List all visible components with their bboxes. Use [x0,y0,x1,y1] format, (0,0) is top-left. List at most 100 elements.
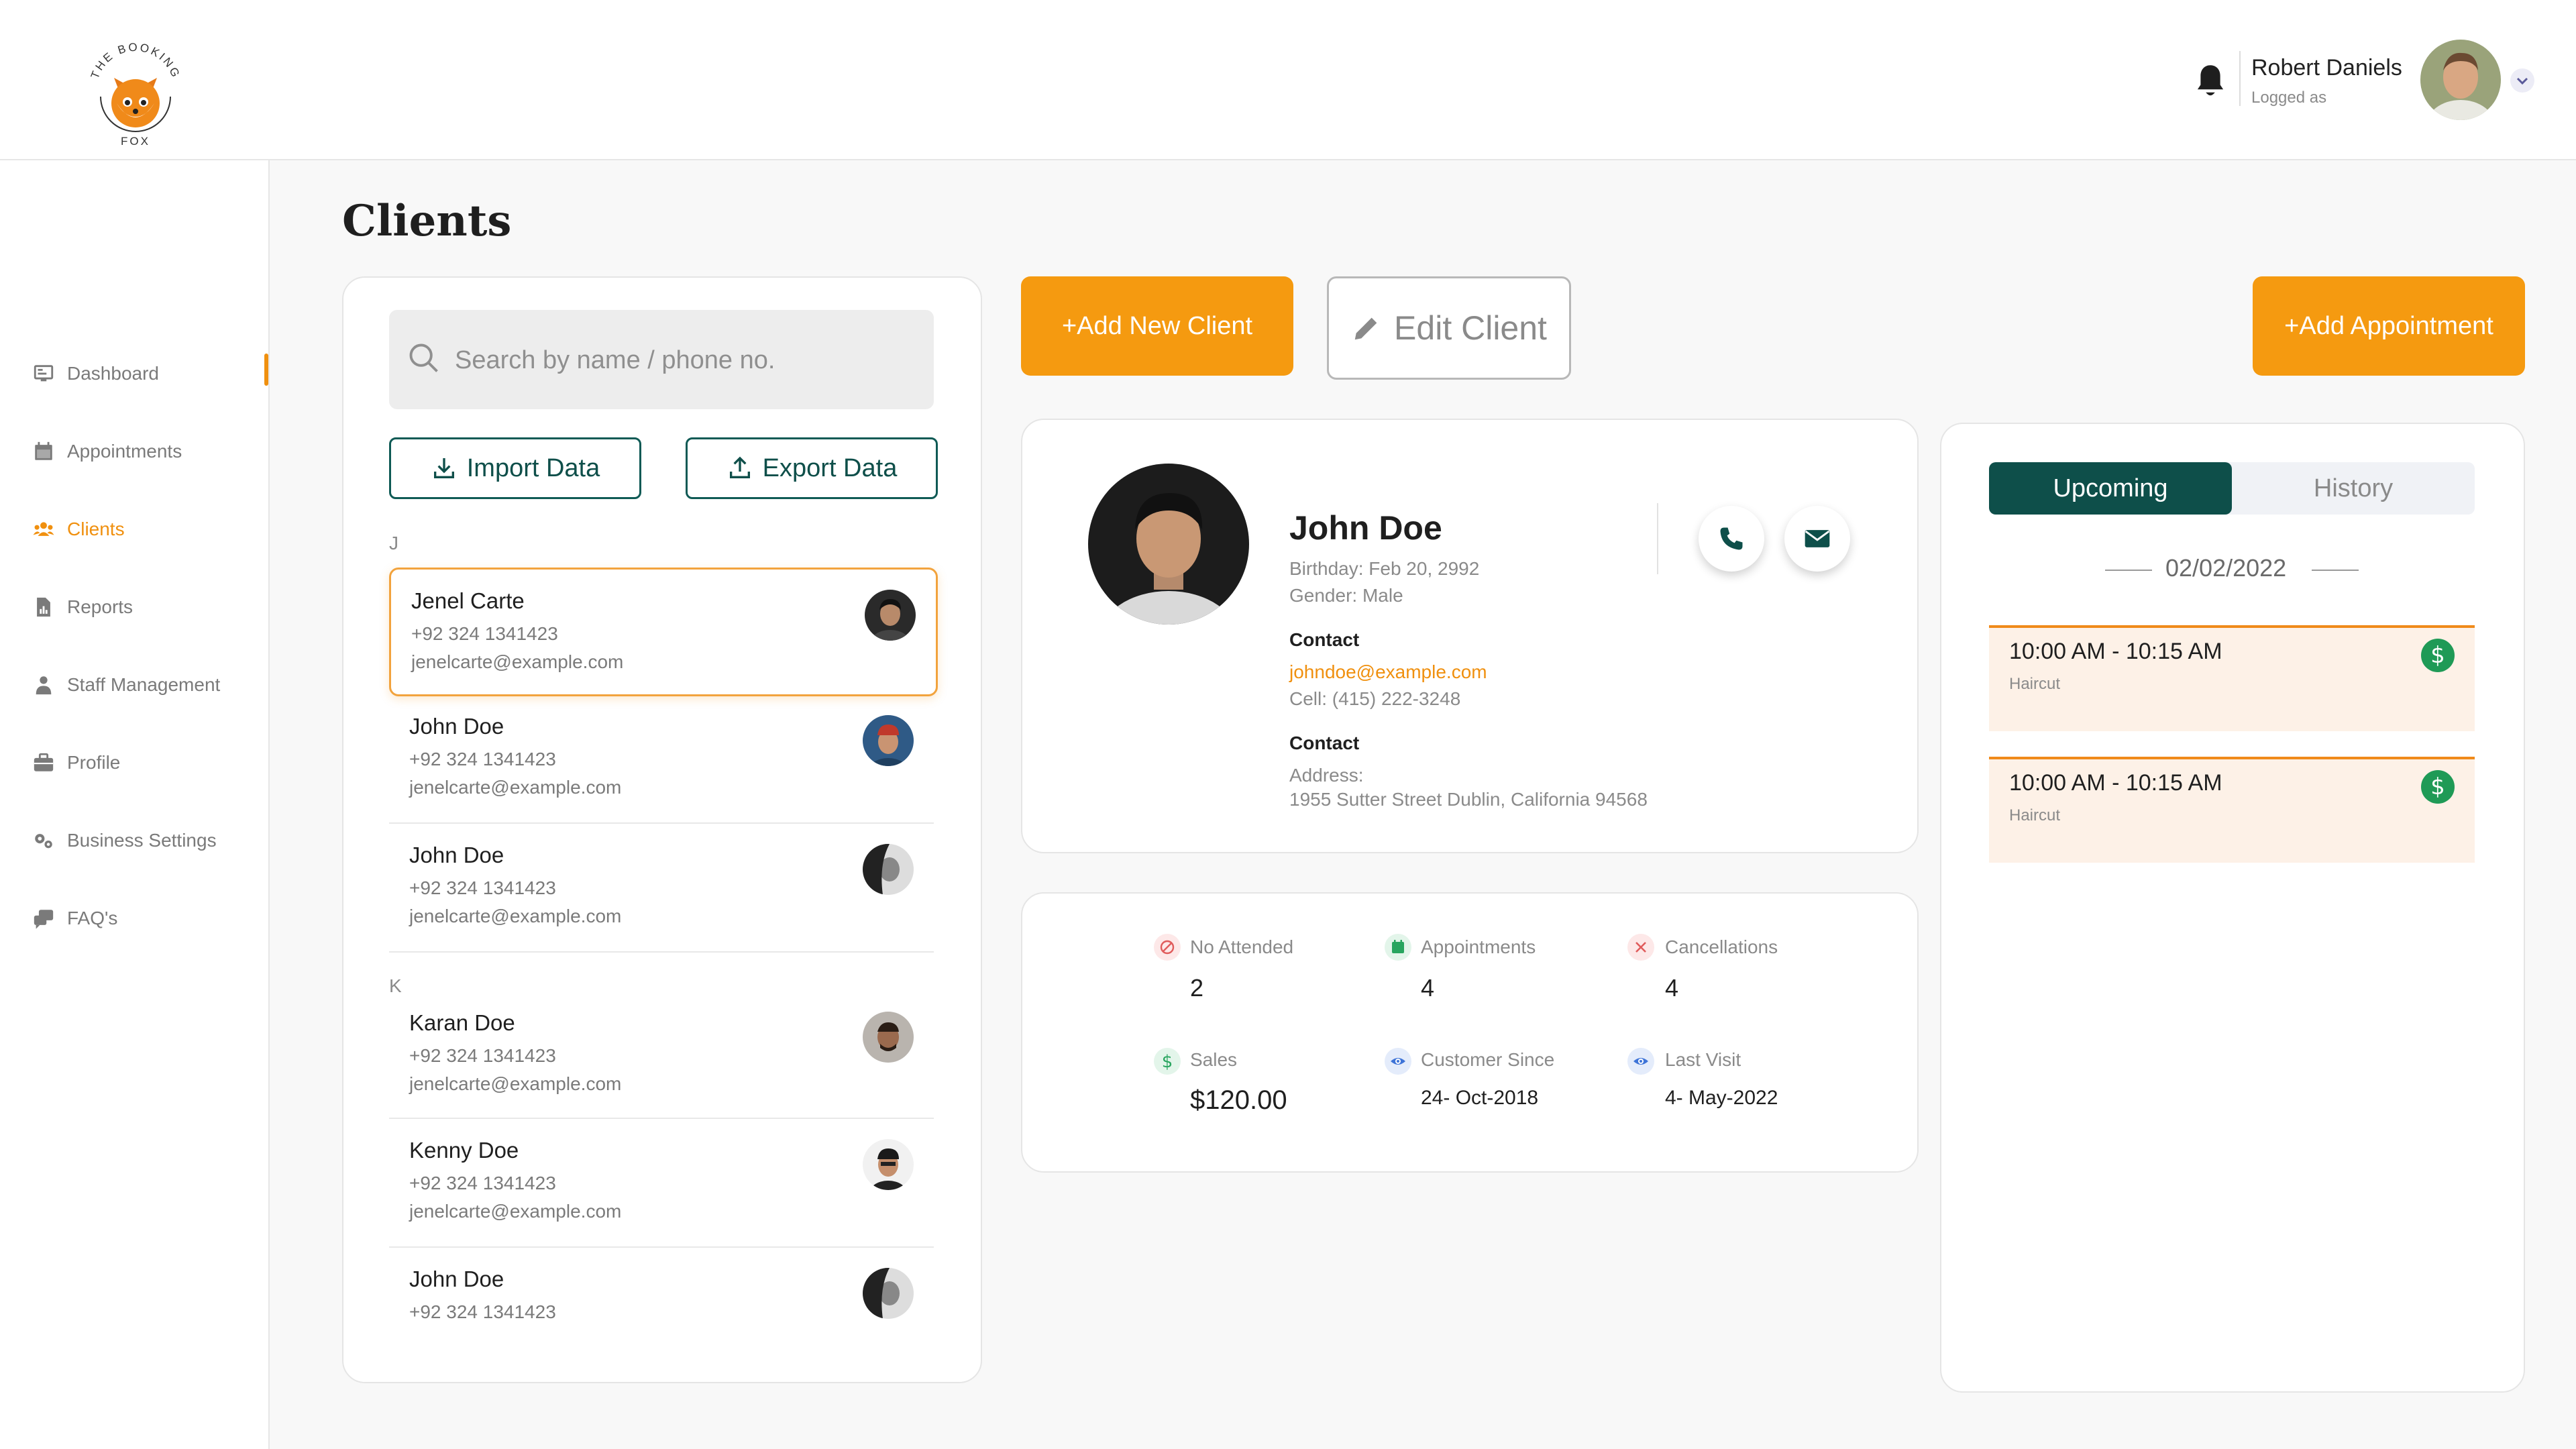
client-cell: Cell: (415) 222-3248 [1289,688,1461,709]
no-attended-icon [1154,934,1181,961]
client-email: jenelcarte@example.com [409,777,622,798]
user-menu-chevron-icon[interactable] [2510,68,2534,93]
notification-bell-icon[interactable] [2192,62,2229,102]
search-icon [407,341,441,376]
appointments-date: 02/02/2022 [2165,554,2287,582]
sidebar-item-label: Business Settings [67,830,217,851]
user-avatar[interactable] [2420,40,2501,120]
paid-dollar-icon: $ [2421,639,2455,672]
group-letter: J [389,533,398,553]
client-avatar [863,715,914,766]
tab-upcoming[interactable]: Upcoming [1989,462,2232,515]
client-gender: Gender: Male [1289,585,1403,606]
client-email-link[interactable]: johndoe@example.com [1289,661,1487,683]
edit-client-label: Edit Client [1394,309,1547,347]
search-input[interactable] [453,337,926,384]
client-phone: +92 324 1341423 [409,1173,556,1193]
customer-since-eye-icon [1385,1048,1411,1075]
client-photo [1088,464,1249,625]
users-icon [33,522,54,536]
pencil-icon [1354,317,1377,340]
calendar-icon [35,441,52,460]
client-name: Karan Doe [409,1010,515,1035]
client-list-item[interactable]: John Doe +92 324 1341423 jenelcarte@exam… [389,695,934,824]
person-icon [36,676,52,695]
call-button[interactable] [1699,506,1764,572]
profile-divider [1657,503,1658,574]
sidebar-item-faqs[interactable]: FAQ's [32,898,117,938]
upload-icon [729,456,750,478]
sidebar-item-label: FAQ's [67,908,118,928]
sales-dollar-icon: $ [1154,1048,1181,1075]
client-list-item[interactable]: Jenel Carte +92 324 1341423 jenelcarte@e… [389,568,938,696]
sidebar-item-label: Clients [67,519,125,539]
client-list-item[interactable]: John Doe +92 324 1341423 jenelcarte@exam… [389,824,934,953]
report-icon [37,597,50,617]
header-divider [2239,51,2241,106]
client-avatar [863,1012,914,1063]
stat-value: 24- Oct-2018 [1421,1087,1539,1109]
client-avatar [863,844,914,895]
client-avatar [863,1268,914,1319]
appointment-item[interactable]: 10:00 AM - 10:15 AM Haircut $ [1989,757,2475,863]
client-email: jenelcarte@example.com [409,906,622,926]
client-list-item[interactable]: Karan Doe +92 324 1341423 jenelcarte@exa… [389,996,934,1119]
sidebar-item-appointments[interactable]: Appointments [32,431,182,472]
add-new-client-button[interactable]: +Add New Client [1021,276,1293,376]
svg-text:FOX: FOX [121,135,150,148]
client-email: jenelcarte@example.com [409,1201,622,1222]
group-letter: K [389,975,402,996]
stat-label: Cancellations [1665,936,1778,957]
appointment-service: Haircut [2009,675,2061,693]
sidebar-item-business-settings[interactable]: Business Settings [32,820,217,861]
stat-value: 4- May-2022 [1665,1087,1778,1109]
appointment-time: 10:00 AM - 10:15 AM [2009,639,2222,664]
client-name-heading: John Doe [1289,509,1442,547]
tab-history[interactable]: History [2232,462,2475,515]
sidebar-item-clients[interactable]: Clients [32,509,125,549]
import-data-button[interactable]: Import Data [389,437,641,499]
email-button[interactable] [1784,506,1850,572]
client-list-item[interactable]: John Doe +92 324 1341423 [389,1248,934,1328]
booking-fox-logo[interactable]: THE BOOKING FOX [82,36,189,150]
svg-text:THE BOOKING: THE BOOKING [89,41,183,80]
stat-label: Customer Since [1421,1049,1555,1070]
mail-icon [1805,530,1830,547]
page-title: Clients [342,196,512,246]
sidebar-item-dashboard[interactable]: Dashboard [32,354,159,394]
date-divider-right [2312,570,2359,571]
sidebar-item-label: Staff Management [67,674,221,695]
appointment-item[interactable]: 10:00 AM - 10:15 AM Haircut $ [1989,625,2475,731]
briefcase-icon [34,753,54,771]
faq-icon [34,910,54,929]
edit-client-button[interactable]: Edit Client [1327,276,1571,380]
sidebar-item-label: Profile [67,752,121,773]
stat-value: 4 [1665,974,1679,1002]
client-name: Kenny Doe [409,1138,519,1163]
export-data-button[interactable]: Export Data [686,437,938,499]
paid-dollar-icon: $ [2421,770,2455,804]
date-divider-left [2105,570,2152,571]
client-avatar [865,590,916,641]
contact-heading: Contact [1289,629,1360,650]
client-name: John Doe [409,714,504,739]
sidebar-item-staff-management[interactable]: Staff Management [32,665,220,705]
appointment-time: 10:00 AM - 10:15 AM [2009,770,2222,796]
gears-icon [35,834,52,849]
client-phone: +92 324 1341423 [409,877,556,898]
sidebar: Dashboard Appointments Clients Reports S… [0,160,270,1449]
sidebar-item-profile[interactable]: Profile [32,743,120,783]
client-address: 1955 Sutter Street Dublin, California 94… [1289,789,1648,810]
cancellations-icon [1627,934,1654,961]
add-appointment-button[interactable]: +Add Appointment [2253,276,2525,376]
appointment-service: Haircut [2009,806,2061,824]
stat-label: Appointments [1421,936,1536,957]
client-birthday: Birthday: Feb 20, 2992 [1289,558,1480,579]
user-name: Robert Daniels [2251,55,2402,80]
client-name: John Doe [409,843,504,867]
monitor-icon [34,365,54,382]
sidebar-item-reports[interactable]: Reports [32,587,133,627]
sidebar-item-label: Appointments [67,441,182,462]
client-phone: +92 324 1341423 [409,1045,556,1066]
client-list-item[interactable]: Kenny Doe +92 324 1341423 jenelcarte@exa… [389,1119,934,1248]
